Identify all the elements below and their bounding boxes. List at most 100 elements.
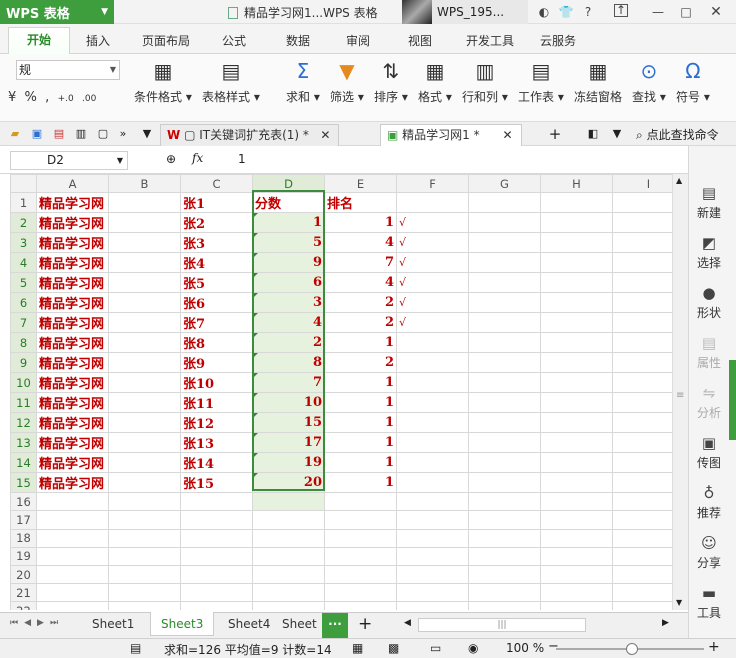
cell-b[interactable] (108, 352, 181, 374)
panel-shape[interactable]: ● 形状 (689, 284, 729, 321)
cell-b[interactable] (108, 528, 181, 548)
column-header[interactable]: G (468, 174, 541, 194)
cell-a[interactable] (36, 564, 109, 585)
column-header-selected[interactable]: D (252, 174, 325, 194)
cell-c[interactable]: 张2 (180, 212, 253, 234)
vertical-scrollbar[interactable]: ▲ ≡ ▼ (672, 174, 688, 610)
cell-h[interactable] (540, 252, 613, 274)
cell-e[interactable]: 1 (324, 332, 397, 354)
cell-h[interactable] (540, 432, 613, 454)
tab-cloud-service[interactable]: 云服务 (540, 32, 576, 49)
cell-d[interactable]: 20 (252, 472, 325, 494)
cell-d[interactable]: 6 (252, 272, 325, 294)
tab-data[interactable]: 数据 (286, 32, 310, 49)
cell-g[interactable] (468, 372, 541, 394)
cell-d[interactable] (252, 564, 325, 585)
cell-c[interactable]: 张14 (180, 452, 253, 474)
prev-doc-icon[interactable]: ◧ (586, 127, 600, 141)
cell-f[interactable]: √ (396, 232, 469, 254)
add-sheet-icon[interactable]: + (358, 614, 372, 634)
cell-f[interactable] (396, 492, 469, 512)
currency-icon[interactable]: ¥ (8, 90, 16, 105)
cell-d[interactable]: 分数 (252, 192, 325, 214)
sheet-tab-active[interactable]: Sheet3 (150, 612, 215, 636)
cell-d[interactable]: 17 (252, 432, 325, 454)
panel-share[interactable]: ☺ 分享 (689, 534, 729, 571)
cell-h[interactable] (540, 452, 613, 474)
spreadsheet-grid[interactable]: A B C D E F G H I 1 精品学习网 张1 分数 排名 2 精品学习网 张2 1 1… (10, 174, 688, 610)
cell-b[interactable] (108, 472, 181, 494)
cell-f[interactable] (396, 392, 469, 414)
pdf-icon[interactable]: ▤ (52, 127, 66, 141)
column-header[interactable]: E (324, 174, 397, 194)
cell-a[interactable] (36, 492, 109, 512)
doc-tab-keywords[interactable]: W ▢ IT关键词扩充表(1) * ✕ (160, 124, 340, 146)
panel-select[interactable]: ◩ 选择 (689, 234, 729, 271)
cell-a[interactable]: 精品学习网 (36, 292, 109, 314)
cell-d[interactable]: 2 (252, 332, 325, 354)
cell-f[interactable] (396, 352, 469, 374)
cell-a[interactable] (36, 528, 109, 548)
cell-e[interactable]: 1 (324, 432, 397, 454)
scroll-up-icon[interactable]: ▲ (676, 176, 682, 185)
cell-h[interactable] (540, 372, 613, 394)
row-header[interactable]: 12 (10, 412, 37, 434)
cell-c[interactable]: 张3 (180, 232, 253, 254)
name-box[interactable]: D2 ▼ (10, 151, 128, 170)
sum-button[interactable]: Σ 求和 ▾ (286, 58, 320, 105)
cell-c[interactable]: 张4 (180, 252, 253, 274)
cell-b[interactable] (108, 510, 181, 530)
cell-e[interactable]: 4 (324, 272, 397, 294)
cell-f[interactable] (396, 192, 469, 214)
cell-a[interactable]: 精品学习网 (36, 452, 109, 474)
cell-h[interactable] (540, 392, 613, 414)
cell-g[interactable] (468, 452, 541, 474)
preview-icon[interactable]: ▢ (96, 127, 110, 141)
cell-e[interactable] (324, 492, 397, 512)
cell-c[interactable]: 张1 (180, 192, 253, 214)
cell-b[interactable] (108, 583, 181, 603)
cell-g[interactable] (468, 212, 541, 234)
sheet-nav-icons[interactable]: ⏮◀▶⏭ (10, 618, 64, 628)
cell-b[interactable] (108, 452, 181, 474)
filter-button[interactable]: ▼ 筛选 ▾ (330, 58, 364, 105)
cell-h[interactable] (540, 292, 613, 314)
tab-insert[interactable]: 插入 (86, 32, 110, 49)
cell-d[interactable]: 5 (252, 232, 325, 254)
cell-c[interactable] (180, 583, 253, 603)
cell-g[interactable] (468, 332, 541, 354)
shirt-icon[interactable]: 👕 (558, 4, 574, 20)
cell-h[interactable] (540, 472, 613, 494)
cell-d[interactable] (252, 492, 325, 512)
cell-h[interactable] (540, 412, 613, 434)
cell-b[interactable] (108, 392, 181, 414)
cell-c[interactable]: 张6 (180, 292, 253, 314)
cell-f[interactable] (396, 472, 469, 494)
cell-e[interactable]: 4 (324, 232, 397, 254)
cell-b[interactable] (108, 332, 181, 354)
horizontal-scrollbar[interactable]: ||| (418, 618, 586, 632)
cell-a[interactable]: 精品学习网 (36, 332, 109, 354)
scroll-right-icon[interactable]: ▶ (662, 618, 669, 628)
cell-g[interactable] (468, 432, 541, 454)
tab-view[interactable]: 视图 (408, 32, 432, 49)
tab-page-layout[interactable]: 页面布局 (142, 32, 190, 49)
cell-a[interactable] (36, 583, 109, 603)
cell-h[interactable] (540, 564, 613, 585)
cell-c[interactable]: 张10 (180, 372, 253, 394)
cell-e[interactable] (324, 564, 397, 585)
font-name-select[interactable]: 规 ▼ (16, 60, 120, 80)
cell-f[interactable] (396, 452, 469, 474)
panel-analysis[interactable]: ⇋ 分析 (689, 384, 729, 421)
zoom-slider-knob[interactable] (626, 643, 638, 655)
cell-f[interactable] (396, 510, 469, 530)
cell-b[interactable] (108, 252, 181, 274)
row-header[interactable]: 9 (10, 352, 37, 374)
cell-b[interactable] (108, 192, 181, 214)
cell-b[interactable] (108, 372, 181, 394)
cell-b[interactable] (108, 232, 181, 254)
cell-b[interactable] (108, 432, 181, 454)
row-header[interactable]: 15 (10, 472, 37, 494)
normal-view-icon[interactable]: ▦ (352, 641, 363, 655)
app-menu-button[interactable]: WPS 表格 ▼ (0, 0, 114, 24)
